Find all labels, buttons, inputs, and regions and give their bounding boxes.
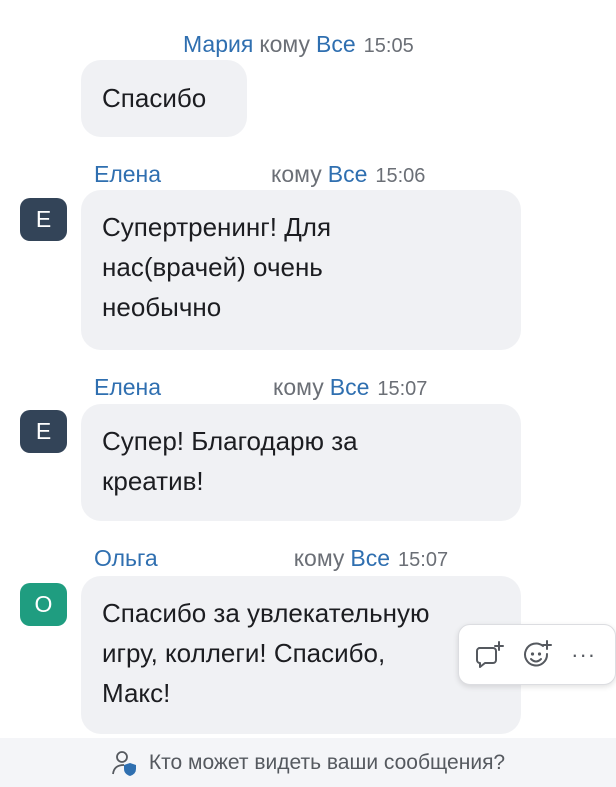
to-label: кому bbox=[259, 31, 310, 57]
more-button[interactable]: ··· bbox=[567, 638, 601, 672]
person-shield-icon bbox=[111, 750, 136, 776]
message-actions-toolbar: ··· bbox=[458, 624, 616, 685]
message-bubble[interactable]: Спасибо bbox=[81, 60, 247, 137]
timestamp: 15:07 bbox=[377, 378, 428, 400]
message-header: Елена кому Все 15:06 bbox=[94, 161, 425, 188]
message-line: Спасибо за увлекательную bbox=[102, 598, 430, 628]
message-line: креатив! bbox=[102, 466, 204, 496]
message-header: Елена кому Все 15:07 bbox=[94, 374, 427, 401]
message-line: необычно bbox=[102, 292, 222, 322]
message-line: Супертренинг! Для bbox=[102, 212, 332, 242]
emoji-add-icon bbox=[524, 639, 552, 666]
sender-name[interactable]: Ольга bbox=[94, 545, 158, 572]
message-bubble[interactable]: Спасибо за увлекательную игру, коллеги! … bbox=[81, 576, 521, 734]
visibility-notice-text: Кто может видеть ваши сообщения? bbox=[148, 750, 506, 774]
message-bubble[interactable]: Супер! Благодарю за креатив! bbox=[81, 404, 521, 521]
message-bubble[interactable]: Супертренинг! Для нас(врачей) очень необ… bbox=[81, 190, 521, 350]
comment-add-icon bbox=[476, 640, 505, 668]
to-label: кому bbox=[273, 374, 324, 400]
sender-name[interactable]: Елена bbox=[94, 374, 161, 401]
message-header: Мария кому Все 15:05 bbox=[183, 31, 414, 58]
message-line: нас(врачей) очень bbox=[102, 252, 323, 282]
message-line: Спасибо bbox=[102, 83, 207, 113]
timestamp: 15:05 bbox=[363, 35, 414, 57]
visibility-notice[interactable]: Кто может видеть ваши сообщения? bbox=[0, 738, 616, 787]
timestamp: 15:07 bbox=[398, 549, 449, 571]
message-header: Ольга кому Все 15:07 bbox=[94, 545, 448, 572]
message-line: Макс! bbox=[102, 678, 171, 708]
recipient-name[interactable]: Все bbox=[328, 161, 368, 188]
avatar[interactable]: Е bbox=[20, 410, 67, 453]
comment-add-button[interactable] bbox=[473, 638, 507, 672]
to-label: кому bbox=[293, 545, 345, 571]
more-icon: ··· bbox=[571, 641, 597, 667]
message-line: игру, коллеги! Спасибо, bbox=[102, 638, 386, 668]
timestamp: 15:06 bbox=[375, 165, 426, 187]
recipient-name[interactable]: Все bbox=[330, 374, 370, 401]
sender-name[interactable]: Мария bbox=[183, 31, 253, 58]
sender-name[interactable]: Елена bbox=[94, 161, 161, 188]
to-label: кому bbox=[271, 161, 322, 187]
emoji-add-button[interactable] bbox=[520, 638, 554, 672]
avatar[interactable]: О bbox=[20, 583, 67, 626]
recipient-name[interactable]: Все bbox=[316, 31, 356, 58]
avatar[interactable]: Е bbox=[20, 198, 67, 241]
recipient-name[interactable]: Все bbox=[350, 545, 390, 572]
message-line: Супер! Благодарю за bbox=[102, 426, 358, 456]
